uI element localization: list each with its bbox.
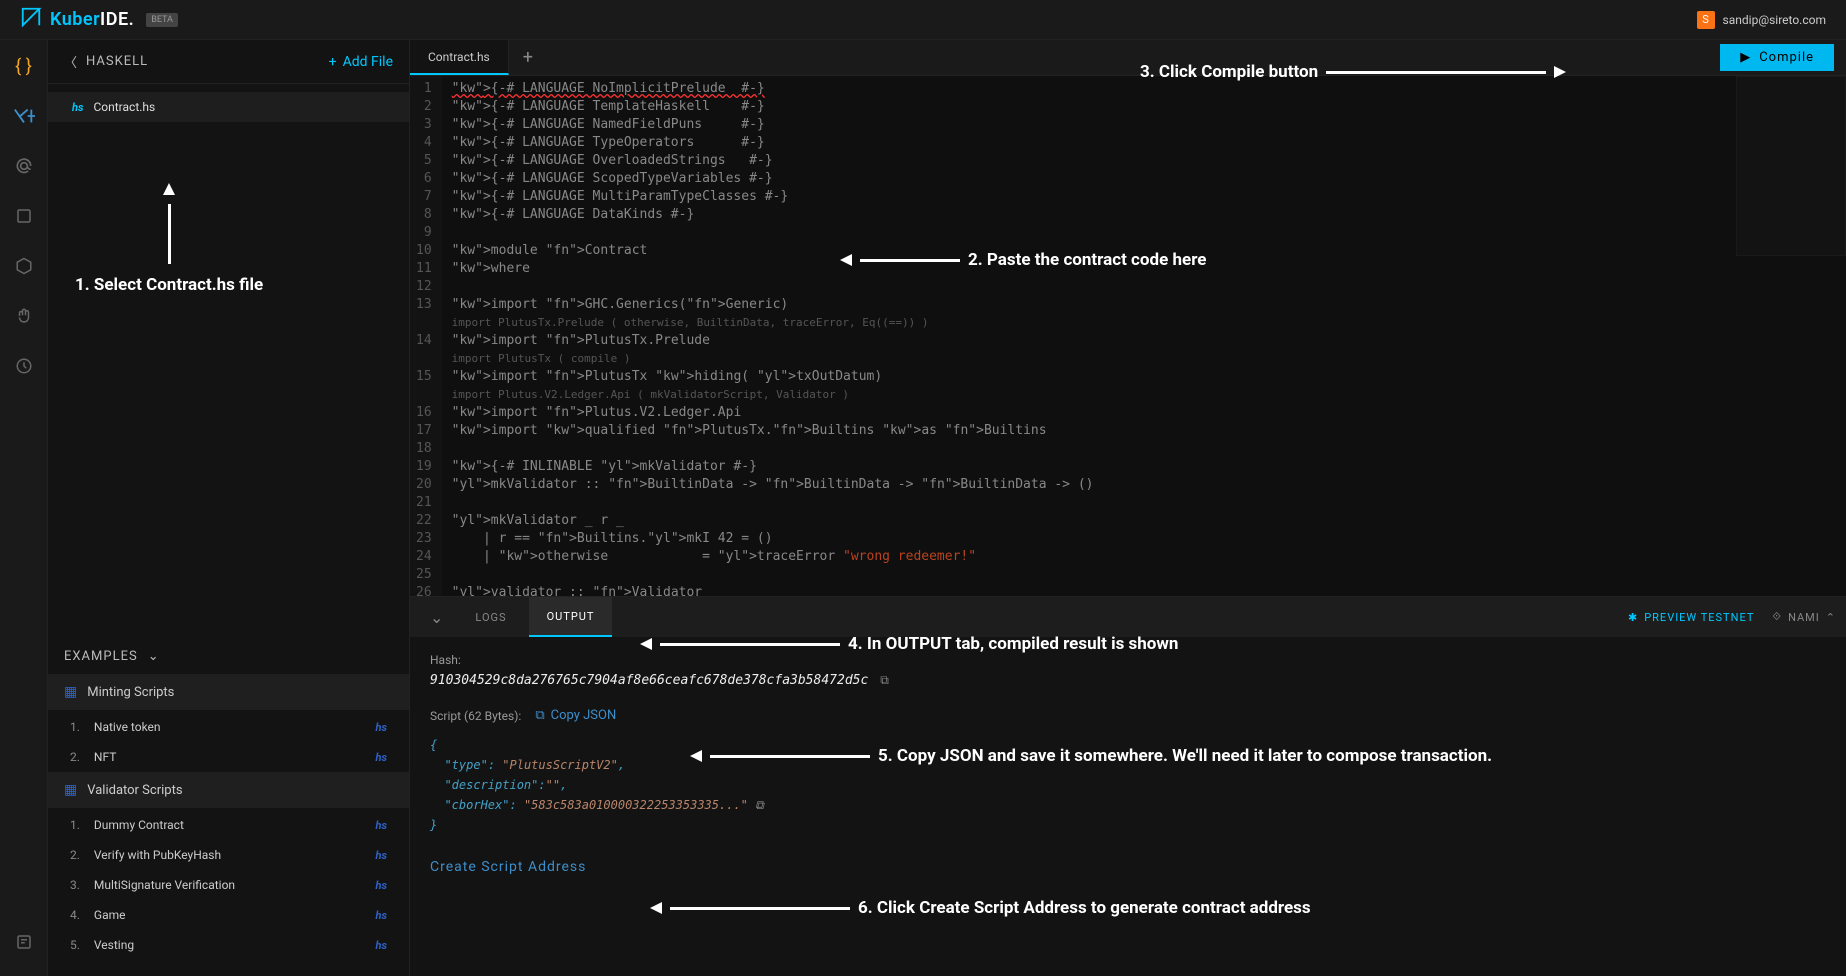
output-tabs: ⌄ LOGS OUTPUT ✱ PREVIEW TESTNET ⟐ NAMI ⌃	[410, 597, 1846, 637]
network-selector[interactable]: ✱ PREVIEW TESTNET	[1628, 611, 1754, 624]
copy-icon: ⧉	[535, 708, 544, 723]
wallet-selector[interactable]: ⟐ NAMI ⌃	[1772, 610, 1836, 624]
example-item[interactable]: 1.Native tokenhs	[48, 712, 409, 742]
code-content[interactable]: "kw">{-# LANGUAGE NoImplicitPrelude #-}"…	[442, 76, 1846, 596]
script-icon: ▦	[64, 782, 77, 798]
logo[interactable]: KuberIDE. BETA	[20, 6, 178, 33]
example-item[interactable]: 1.Dummy Contracths	[48, 810, 409, 840]
output-body: Hash: 910304529c8da276765c7904af8e66ceaf…	[410, 637, 1846, 976]
logo-text: KuberIDE.	[50, 9, 134, 30]
plus-icon: +	[329, 54, 337, 70]
hash-label: Hash:	[430, 653, 1826, 667]
editor-area: Contract.hs + ▶ Compile 1234567891011121…	[410, 40, 1846, 976]
wallet-label: NAMI	[1788, 611, 1820, 624]
compile-button[interactable]: ▶ Compile	[1720, 44, 1834, 71]
chevron-down-icon: ⌄	[148, 649, 160, 664]
example-item[interactable]: 5.Vestinghs	[48, 930, 409, 960]
book-icon[interactable]	[10, 202, 38, 230]
copy-hash-icon[interactable]: ⧉	[880, 673, 889, 688]
example-item[interactable]: 2.Verify with PubKeyHashhs	[48, 840, 409, 870]
file-name: Contract.hs	[93, 100, 155, 114]
sidebar-header: 〈 HASKELL + Add File	[48, 40, 409, 84]
examples-panel: EXAMPLES ⌄ ▦ Minting Scripts 1.Native to…	[48, 629, 409, 976]
logo-icon	[20, 6, 42, 33]
tab-bar: Contract.hs + ▶ Compile	[410, 40, 1846, 76]
icon-sidebar: { }	[0, 40, 48, 976]
hash-value: 910304529c8da276765c7904af8e66ceafc678de…	[430, 673, 868, 688]
braces-icon[interactable]: { }	[10, 52, 38, 80]
logs-tab[interactable]: LOGS	[457, 597, 524, 637]
create-script-address-button[interactable]: Create Script Address	[430, 859, 1826, 875]
file-sidebar: 〈 HASKELL + Add File hs Contract.hs EXAM…	[48, 40, 410, 976]
examples-title: EXAMPLES	[64, 649, 138, 664]
minting-title: Minting Scripts	[87, 685, 174, 700]
at-icon[interactable]	[10, 152, 38, 180]
hex-icon[interactable]	[10, 252, 38, 280]
user-avatar: S	[1697, 11, 1715, 29]
note-icon[interactable]	[10, 928, 38, 956]
lambda-icon[interactable]	[10, 102, 38, 130]
copy-json-label: Copy JSON	[551, 708, 617, 723]
hand-icon[interactable]	[10, 302, 38, 330]
file-item-contract[interactable]: hs Contract.hs	[48, 92, 409, 122]
user-area[interactable]: S sandip@sireto.com	[1697, 11, 1826, 29]
json-output: { "type": "PlutusScriptV2", "description…	[430, 735, 1826, 835]
validator-title: Validator Scripts	[87, 783, 182, 798]
output-tab[interactable]: OUTPUT	[529, 597, 613, 637]
script-icon: ▦	[64, 684, 77, 700]
script-label: Script (62 Bytes):	[430, 709, 521, 723]
chevron-up-icon: ⌃	[1826, 611, 1836, 624]
tab-label: Contract.hs	[428, 50, 490, 64]
example-item[interactable]: 4.Gamehs	[48, 900, 409, 930]
user-email: sandip@sireto.com	[1723, 13, 1826, 27]
output-panel: ⌄ LOGS OUTPUT ✱ PREVIEW TESTNET ⟐ NAMI ⌃	[410, 596, 1846, 976]
code-editor[interactable]: 1234567891011121314151617181920212223242…	[410, 76, 1846, 596]
example-item[interactable]: 2.NFThs	[48, 742, 409, 772]
example-item[interactable]: 3.MultiSignature Verificationhs	[48, 870, 409, 900]
copy-json-button[interactable]: ⧉ Copy JSON	[535, 708, 616, 723]
compile-label: Compile	[1759, 50, 1814, 65]
add-file-button[interactable]: + Add File	[329, 54, 393, 70]
beta-badge: BETA	[146, 13, 178, 27]
breadcrumb-label: HASKELL	[86, 54, 148, 69]
chevron-left-icon: 〈	[64, 52, 78, 71]
network-icon: ✱	[1628, 611, 1638, 624]
validator-section[interactable]: ▦ Validator Scripts	[48, 772, 409, 808]
hs-badge: hs	[72, 101, 83, 114]
top-bar: KuberIDE. BETA S sandip@sireto.com	[0, 0, 1846, 40]
play-icon: ▶	[1740, 50, 1751, 65]
line-gutter: 1234567891011121314151617181920212223242…	[410, 76, 442, 596]
tab-contract[interactable]: Contract.hs	[410, 40, 509, 75]
minting-section[interactable]: ▦ Minting Scripts	[48, 674, 409, 710]
copy-cbor-icon[interactable]: ⧉	[755, 798, 764, 812]
tab-add-button[interactable]: +	[509, 47, 547, 68]
add-file-label: Add File	[343, 54, 393, 70]
breadcrumb[interactable]: 〈 HASKELL	[64, 52, 148, 71]
network-label: PREVIEW TESTNET	[1644, 611, 1754, 624]
wallet-icon: ⟐	[1772, 610, 1782, 624]
examples-header[interactable]: EXAMPLES ⌄	[48, 639, 409, 674]
clock-icon[interactable]	[10, 352, 38, 380]
file-list: hs Contract.hs	[48, 84, 409, 130]
collapse-icon[interactable]: ⌄	[420, 608, 453, 627]
minimap[interactable]	[1736, 76, 1846, 256]
